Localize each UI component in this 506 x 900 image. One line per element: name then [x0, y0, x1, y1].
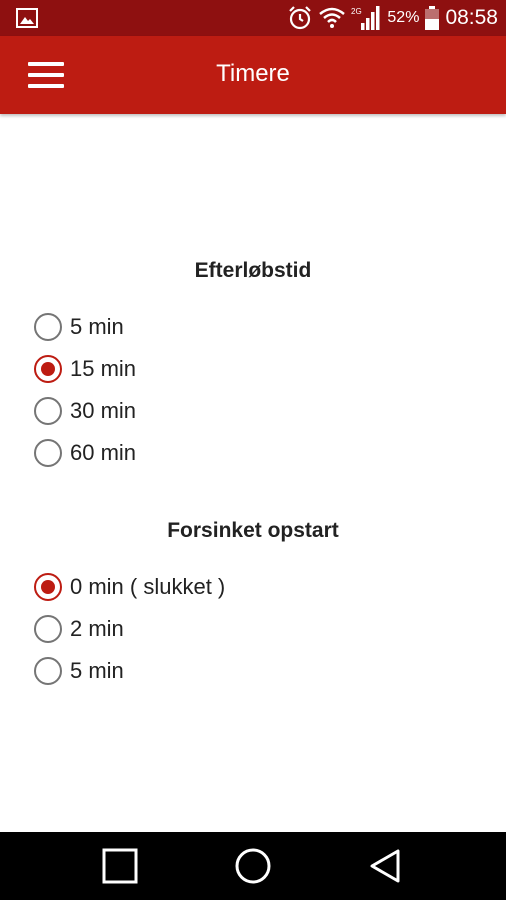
radio-button[interactable] [34, 657, 62, 685]
radio-option-0-min[interactable]: 0 min ( slukket ) [34, 566, 225, 608]
radio-label: 15 min [70, 356, 137, 381]
status-time: 08:58 [445, 6, 498, 29]
recents-square-icon[interactable] [100, 846, 140, 886]
radio-option-5-min[interactable]: 5 min [34, 306, 136, 348]
system-nav-bar [0, 832, 506, 900]
app-bar: Timere [0, 36, 506, 114]
status-bar: 2G 52% 08:58 [0, 0, 506, 36]
wifi-icon [319, 7, 346, 28]
section-title-forsinket-opstart: Forsinket opstart [167, 519, 339, 542]
radio-label: 5 min [70, 658, 124, 683]
radio-button[interactable] [34, 313, 62, 341]
radio-button[interactable] [34, 439, 62, 467]
radio-label: 30 min [70, 398, 137, 423]
radio-label: 0 min ( slukket ) [70, 574, 226, 599]
gallery-icon [16, 8, 38, 28]
radio-button[interactable] [34, 397, 62, 425]
battery-percent: 52% [387, 9, 420, 26]
radio-label: 5 min [70, 314, 124, 339]
radio-option-60-min[interactable]: 60 min [34, 432, 136, 474]
alarm-icon [289, 6, 312, 30]
svg-text:2G: 2G [351, 7, 362, 16]
radio-button-selected[interactable] [34, 573, 62, 601]
radio-button-selected[interactable] [34, 355, 62, 383]
radio-option-2-min[interactable]: 2 min [34, 608, 225, 650]
radio-group-forsinket-opstart: 0 min ( slukket ) 2 min 5 min [34, 566, 225, 692]
battery-icon [425, 6, 440, 30]
signal-icon: 2G [351, 6, 380, 30]
radio-option-15-min[interactable]: 15 min [34, 348, 136, 390]
home-circle-icon[interactable] [233, 846, 273, 886]
section-title-efterlobstid: Efterløbstid [194, 259, 312, 282]
page-title: Timere [216, 60, 290, 87]
radio-button[interactable] [34, 615, 62, 643]
radio-label: 60 min [70, 440, 137, 465]
radio-option-30-min[interactable]: 30 min [34, 390, 136, 432]
radio-label: 2 min [70, 616, 124, 641]
back-triangle-icon[interactable] [366, 846, 406, 886]
radio-group-efterlobstid: 5 min 15 min 30 min 60 min [34, 306, 136, 474]
radio-option-5-min-delay[interactable]: 5 min [34, 650, 225, 692]
